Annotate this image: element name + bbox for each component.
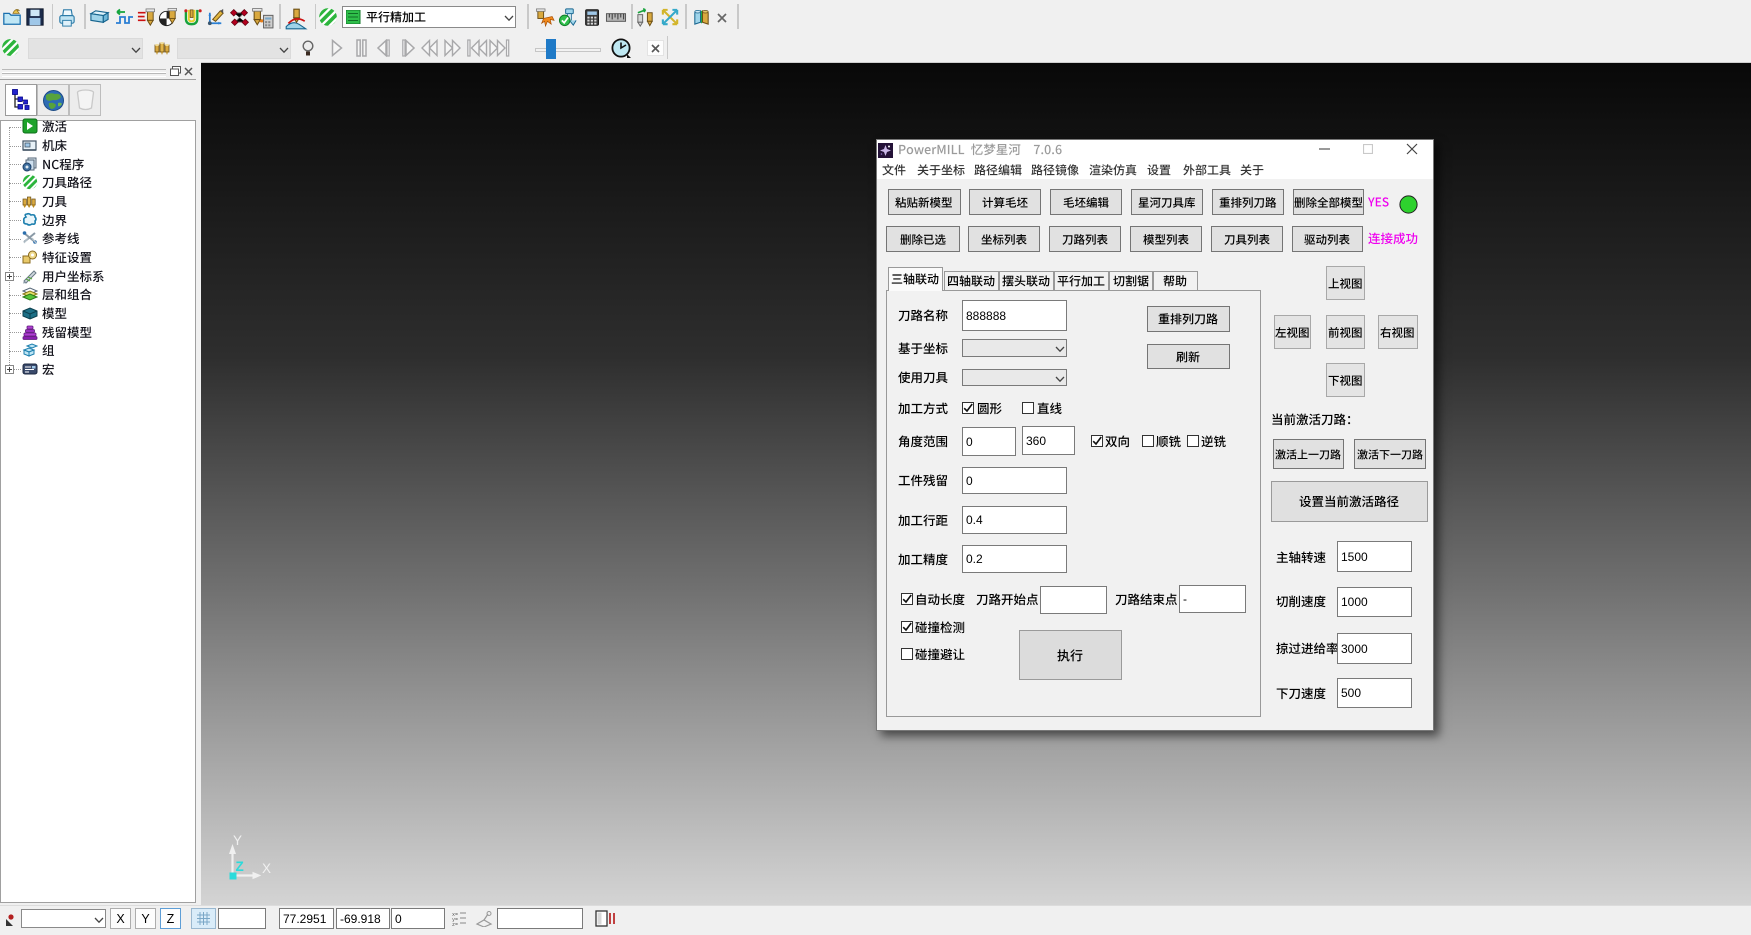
svg-text:Y: Y bbox=[233, 833, 242, 848]
svg-text:X: X bbox=[262, 861, 271, 876]
svg-text:Z: Z bbox=[236, 859, 244, 874]
svg-text:z=: z= bbox=[452, 922, 458, 926]
